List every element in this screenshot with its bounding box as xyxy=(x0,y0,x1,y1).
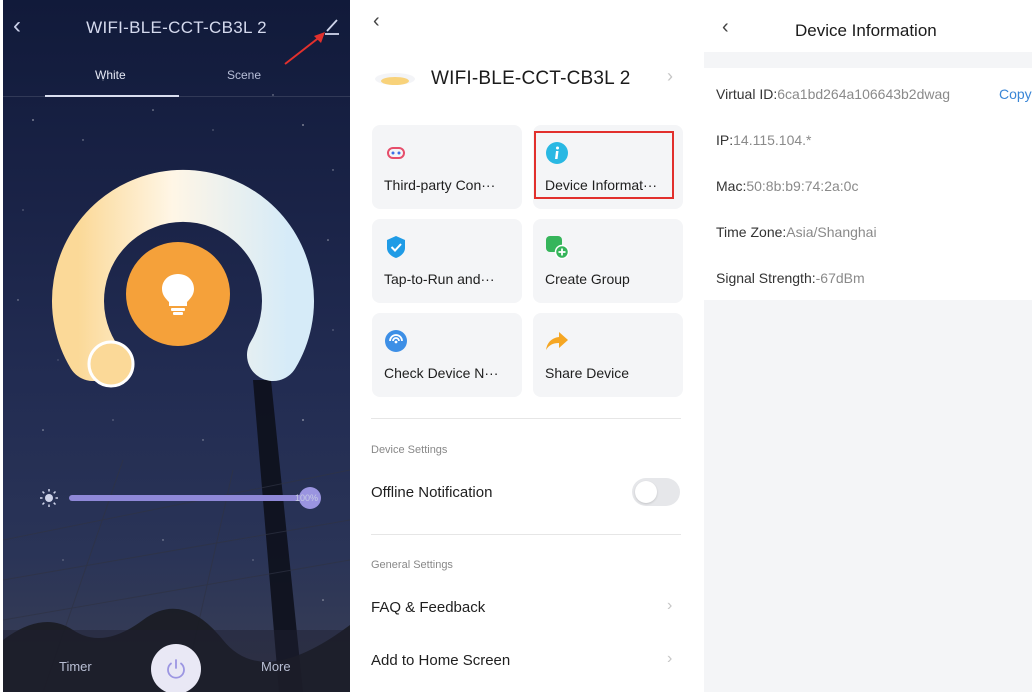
device-settings-screen: ‹ WIFI-BLE-CCT-CB3L 2 › Third-party Con·… xyxy=(353,0,698,692)
mode-tabs: White Scene xyxy=(3,68,350,98)
third-party-control-tile[interactable]: Third-party Con··· xyxy=(372,125,522,209)
bottom-bar: Timer More xyxy=(3,630,350,692)
brightness-slider[interactable] xyxy=(69,495,307,501)
share-device-tile[interactable]: Share Device xyxy=(533,313,683,397)
sun-icon xyxy=(40,489,58,507)
info-key: Mac: xyxy=(716,178,747,194)
chevron-right-icon[interactable]: › xyxy=(667,66,673,87)
tile-label: Share Device xyxy=(545,365,630,381)
info-value: -67dBm xyxy=(815,270,865,286)
brightness-control: 100% xyxy=(39,486,339,510)
light-toggle-button[interactable] xyxy=(126,242,230,346)
brightness-value: 100% xyxy=(295,493,319,503)
virtual-id-row: Virtual ID:6ca1bd264a106643b2dwag xyxy=(716,86,950,102)
bulb-icon xyxy=(162,274,194,315)
link-icon xyxy=(387,147,405,159)
device-information-highlight xyxy=(534,131,674,199)
divider xyxy=(371,418,681,419)
tile-label: Check Device N··· xyxy=(384,365,499,381)
annotation-arrow-icon xyxy=(284,32,325,65)
signal-strength-row: Signal Strength:-67dBm xyxy=(716,270,865,286)
info-value: 14.115.104.* xyxy=(733,132,812,148)
power-button[interactable] xyxy=(151,644,201,692)
offline-notification-label: Offline Notification xyxy=(371,484,493,501)
check-device-network-tile[interactable]: Check Device N··· xyxy=(372,313,522,397)
info-key: IP: xyxy=(716,132,734,148)
info-key: Time Zone: xyxy=(716,224,787,240)
tile-label: Tap-to-Run and··· xyxy=(384,271,495,287)
light-control-screen: ‹ WIFI-BLE-CCT-CB3L 2 White Scene 100% T… xyxy=(3,0,350,692)
mac-row: Mac:50:8b:b9:74:2a:0c xyxy=(716,178,858,194)
back-icon[interactable]: ‹ xyxy=(373,10,380,33)
tab-scene[interactable]: Scene xyxy=(227,68,261,82)
share-icon xyxy=(546,332,568,350)
page-title: Device Information xyxy=(795,21,937,40)
device-info-list: Virtual ID:6ca1bd264a106643b2dwag Copy I… xyxy=(704,68,1032,300)
more-button[interactable]: More xyxy=(261,659,291,674)
info-value: 6ca1bd264a106643b2dwag xyxy=(777,86,951,102)
device-information-screen: ‹ Device Information Virtual ID:6ca1bd26… xyxy=(704,0,1032,692)
add-group-icon xyxy=(546,236,569,259)
time-zone-row: Time Zone:Asia/Shanghai xyxy=(716,224,877,240)
tab-active-indicator xyxy=(45,95,179,97)
device-settings-title: Device Settings xyxy=(371,444,448,456)
network-icon xyxy=(385,330,407,352)
ip-row: IP:14.115.104.* xyxy=(716,132,812,148)
info-key: Signal Strength: xyxy=(716,270,816,286)
tab-white[interactable]: White xyxy=(95,68,126,82)
timer-button[interactable]: Timer xyxy=(59,659,92,674)
power-icon xyxy=(167,659,185,679)
tile-label: Third-party Con··· xyxy=(384,177,496,193)
chevron-right-icon[interactable]: › xyxy=(667,650,672,668)
tile-label: Create Group xyxy=(545,271,630,287)
add-to-home-screen-item[interactable]: Add to Home Screen xyxy=(371,652,510,669)
info-value: 50:8b:b9:74:2a:0c xyxy=(746,178,859,194)
faq-feedback-item[interactable]: FAQ & Feedback xyxy=(371,599,485,616)
tap-to-run-tile[interactable]: Tap-to-Run and··· xyxy=(372,219,522,303)
divider xyxy=(371,534,681,535)
check-shield-icon xyxy=(387,236,405,258)
create-group-tile[interactable]: Create Group xyxy=(533,219,683,303)
toggle-knob xyxy=(635,481,657,503)
device-name[interactable]: WIFI-BLE-CCT-CB3L 2 xyxy=(431,68,630,90)
copy-button[interactable]: Copy xyxy=(999,86,1032,102)
header: ‹ Device Information xyxy=(704,0,1032,52)
chevron-right-icon[interactable]: › xyxy=(667,597,672,615)
info-key: Virtual ID: xyxy=(716,86,778,102)
back-icon[interactable]: ‹ xyxy=(722,16,729,39)
info-value: Asia/Shanghai xyxy=(786,224,877,240)
offline-notification-toggle[interactable] xyxy=(632,478,680,506)
ceiling-light-icon xyxy=(375,73,415,85)
general-settings-title: General Settings xyxy=(371,559,453,571)
